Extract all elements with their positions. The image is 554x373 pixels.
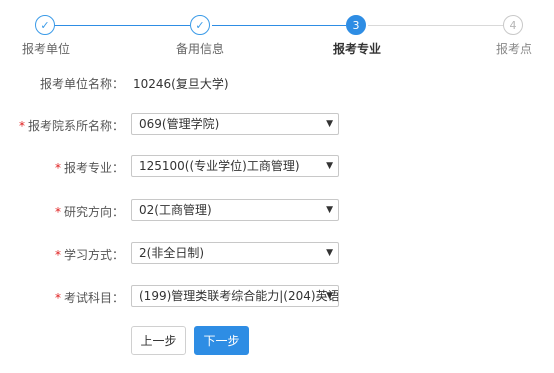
step-label: 备用信息 xyxy=(176,42,225,56)
study-mode-label: * 学习方式： xyxy=(55,246,124,263)
major-row: * 报考专业： 125100((专业学位)工商管理) ▼ xyxy=(0,155,554,179)
direction-label-text: 研究方向： xyxy=(63,205,124,219)
major-select-value: 125100((专业学位)工商管理) xyxy=(139,159,300,173)
dropdown-arrow-icon: ▼ xyxy=(326,161,333,171)
subjects-row: * 考试科目： (199)管理类联考综合能力|(204)英语二 ▼ xyxy=(0,285,554,309)
required-mark: * xyxy=(54,161,61,175)
progress-stepper: ✓ 报考单位 ✓ 备用信息 3 报考专业 4 报考点 xyxy=(0,0,554,62)
step-label: 报考点 xyxy=(496,42,533,56)
step-unit: ✓ 报考单位 xyxy=(11,15,91,65)
unit-row: 报考单位名称： 10246(复旦大学) xyxy=(0,71,554,95)
step-label: 报考单位 xyxy=(22,42,71,56)
study-mode-label-text: 学习方式： xyxy=(63,248,124,262)
dropdown-arrow-icon: ▼ xyxy=(326,248,333,258)
department-select-value: 069(管理学院) xyxy=(139,117,220,131)
unit-label: 报考单位名称： xyxy=(39,77,124,91)
check-icon: ✓ xyxy=(35,15,55,35)
prev-step-button[interactable]: 上一步 xyxy=(131,326,186,355)
required-mark: * xyxy=(18,119,25,133)
study-mode-row: * 学习方式： 2(非全日制) ▼ xyxy=(0,242,554,266)
department-label-text: 报考院系所名称： xyxy=(27,119,124,133)
step-number-badge: 4 xyxy=(503,15,523,35)
check-icon: ✓ xyxy=(190,15,210,35)
direction-label: * 研究方向： xyxy=(55,203,124,220)
major-label-text: 报考专业： xyxy=(63,161,124,175)
subjects-label: * 考试科目： xyxy=(55,289,124,306)
dropdown-arrow-icon: ▼ xyxy=(326,119,333,129)
subjects-label-text: 考试科目： xyxy=(63,291,124,305)
step-backup-info: ✓ 备用信息 xyxy=(166,15,246,65)
direction-row: * 研究方向： 02(工商管理) ▼ xyxy=(0,199,554,223)
required-mark: * xyxy=(54,248,61,262)
step-major: 3 报考专业 xyxy=(322,15,402,65)
unit-value: 10246(复旦大学) xyxy=(133,77,229,91)
direction-select[interactable]: 02(工商管理) ▼ xyxy=(131,199,339,221)
department-label: * 报考院系所名称： xyxy=(19,117,124,134)
study-mode-select-value: 2(非全日制) xyxy=(139,246,204,260)
major-label: * 报考专业： xyxy=(55,159,124,176)
required-mark: * xyxy=(54,291,61,305)
step-exam-site: 4 报考点 xyxy=(479,15,554,65)
step-number-badge: 3 xyxy=(346,15,366,35)
dropdown-arrow-icon: ▼ xyxy=(326,205,333,215)
dropdown-arrow-icon: ▼ xyxy=(326,291,333,301)
department-row: * 报考院系所名称： 069(管理学院) ▼ xyxy=(0,113,554,137)
required-mark: * xyxy=(54,205,61,219)
department-select[interactable]: 069(管理学院) ▼ xyxy=(131,113,339,135)
major-select[interactable]: 125100((专业学位)工商管理) ▼ xyxy=(131,155,339,177)
direction-select-value: 02(工商管理) xyxy=(139,203,212,217)
step-label: 报考专业 xyxy=(333,42,382,56)
subjects-select-value: (199)管理类联考综合能力|(204)英语二 xyxy=(139,289,339,303)
study-mode-select[interactable]: 2(非全日制) ▼ xyxy=(131,242,339,264)
subjects-select[interactable]: (199)管理类联考综合能力|(204)英语二 ▼ xyxy=(131,285,339,307)
next-step-button[interactable]: 下一步 xyxy=(194,326,249,355)
